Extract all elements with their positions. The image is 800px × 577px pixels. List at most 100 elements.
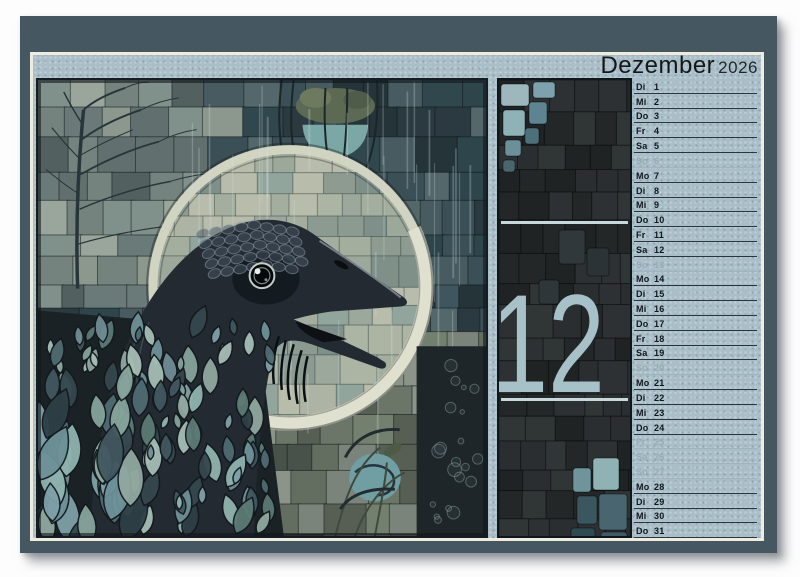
day-row: Do31: [634, 523, 757, 538]
day-row: Mo7: [634, 168, 757, 183]
calendar-page: Dezember2026: [0, 0, 800, 577]
day-number: 1: [654, 82, 659, 92]
day-abbr: Sa: [636, 245, 652, 255]
month-name: Dezember: [600, 55, 715, 79]
day-row: Mi30: [634, 509, 757, 524]
day-number: 7: [654, 171, 659, 181]
day-number: 15: [654, 289, 665, 299]
day-abbr: Mo: [636, 274, 652, 284]
day-abbr: Fr: [636, 230, 652, 240]
day-row: Fr11: [634, 227, 757, 242]
day-abbr: Di: [636, 82, 652, 92]
day-row: Mi9: [634, 198, 757, 213]
day-row: Mi16: [634, 301, 757, 316]
day-number: 10: [654, 215, 665, 225]
day-number: 29: [654, 497, 665, 507]
day-number: 2: [654, 97, 659, 107]
day-number: 11: [654, 230, 664, 240]
day-abbr: Mi: [636, 304, 652, 314]
day-row: Fr18: [634, 331, 757, 346]
day-row: Do24: [634, 420, 757, 435]
day-abbr: Do: [636, 526, 652, 536]
day-number: 6: [654, 156, 659, 166]
year-label: 2026: [718, 58, 758, 77]
day-number: 25: [654, 437, 665, 447]
day-row: Fr4: [634, 123, 757, 138]
day-abbr: Di: [636, 289, 652, 299]
day-abbr: Mi: [636, 408, 652, 418]
day-row: Do3: [634, 109, 757, 124]
day-row: Di22: [634, 390, 757, 405]
day-abbr: Mi: [636, 200, 652, 210]
day-number: 28: [654, 482, 665, 492]
day-row: So20: [634, 360, 757, 375]
day-number: 30: [654, 511, 665, 521]
day-abbr: So: [636, 156, 652, 166]
day-row: Di29: [634, 494, 757, 509]
day-row: Mo28: [634, 479, 757, 494]
raven-illustration: [38, 80, 486, 536]
panel-top-rule: [501, 221, 628, 224]
day-abbr: Do: [636, 215, 652, 225]
day-number: 13: [654, 260, 665, 270]
day-abbr: So: [636, 260, 652, 270]
day-number: 5: [654, 141, 659, 151]
day-abbr: Mi: [636, 511, 652, 521]
day-number: 19: [654, 348, 665, 358]
day-row: Di15: [634, 286, 757, 301]
day-abbr: Di: [636, 393, 652, 403]
day-abbr: Mi: [636, 97, 652, 107]
day-abbr: Sa: [636, 141, 652, 151]
day-number: 27: [654, 467, 665, 477]
day-row: Di1: [634, 79, 757, 94]
day-number: 4: [654, 126, 659, 136]
day-number: 22: [654, 393, 665, 403]
month-title: Dezember2026: [600, 55, 758, 78]
day-number: 24: [654, 423, 665, 433]
day-number: 12: [654, 245, 665, 255]
day-number: 3: [654, 111, 659, 121]
day-abbr: Sa: [636, 452, 652, 462]
day-row: Mo14: [634, 272, 757, 287]
day-number: 16: [654, 304, 665, 314]
day-row: Do17: [634, 316, 757, 331]
day-number: 9: [654, 200, 659, 210]
day-row: Fr25: [634, 435, 757, 450]
raven-eye: [249, 263, 275, 289]
day-abbr: Fr: [636, 126, 652, 136]
day-list: Di1Mi2Do3Fr4Sa5So6Mo7Di8Mi9Do10Fr11Sa12S…: [634, 79, 757, 538]
day-abbr: Sa: [636, 348, 652, 358]
day-row: Sa5: [634, 138, 757, 153]
raven-artwork: [36, 78, 488, 538]
day-abbr: Di: [636, 186, 652, 196]
calendar-card: Dezember2026: [20, 16, 777, 553]
day-row: So6: [634, 153, 757, 168]
day-abbr: Fr: [636, 334, 652, 344]
day-row: Do10: [634, 212, 757, 227]
day-abbr: Mo: [636, 171, 652, 181]
day-number: 26: [654, 452, 665, 462]
day-number: 14: [654, 274, 665, 284]
day-number: 8: [654, 186, 659, 196]
card-mat: Dezember2026: [30, 52, 764, 541]
day-abbr: Fr: [636, 437, 652, 447]
day-number: 21: [654, 378, 665, 388]
day-row: So27: [634, 464, 757, 479]
day-abbr: Do: [636, 111, 652, 121]
day-row: Di8: [634, 183, 757, 198]
month-number-art: 12: [499, 80, 630, 536]
day-row: So13: [634, 257, 757, 272]
day-row: Sa26: [634, 449, 757, 464]
day-abbr: Mo: [636, 482, 652, 492]
day-row: Mo21: [634, 375, 757, 390]
day-number: 17: [654, 319, 665, 329]
day-row: Mi2: [634, 94, 757, 109]
day-abbr: Do: [636, 319, 652, 329]
day-number: 23: [654, 408, 665, 418]
month-number-panel: 12: [497, 78, 632, 538]
day-abbr: So: [636, 467, 652, 477]
day-abbr: Do: [636, 423, 652, 433]
card-inner: Dezember2026: [33, 55, 761, 538]
day-abbr: Di: [636, 497, 652, 507]
day-number: 20: [654, 363, 665, 373]
